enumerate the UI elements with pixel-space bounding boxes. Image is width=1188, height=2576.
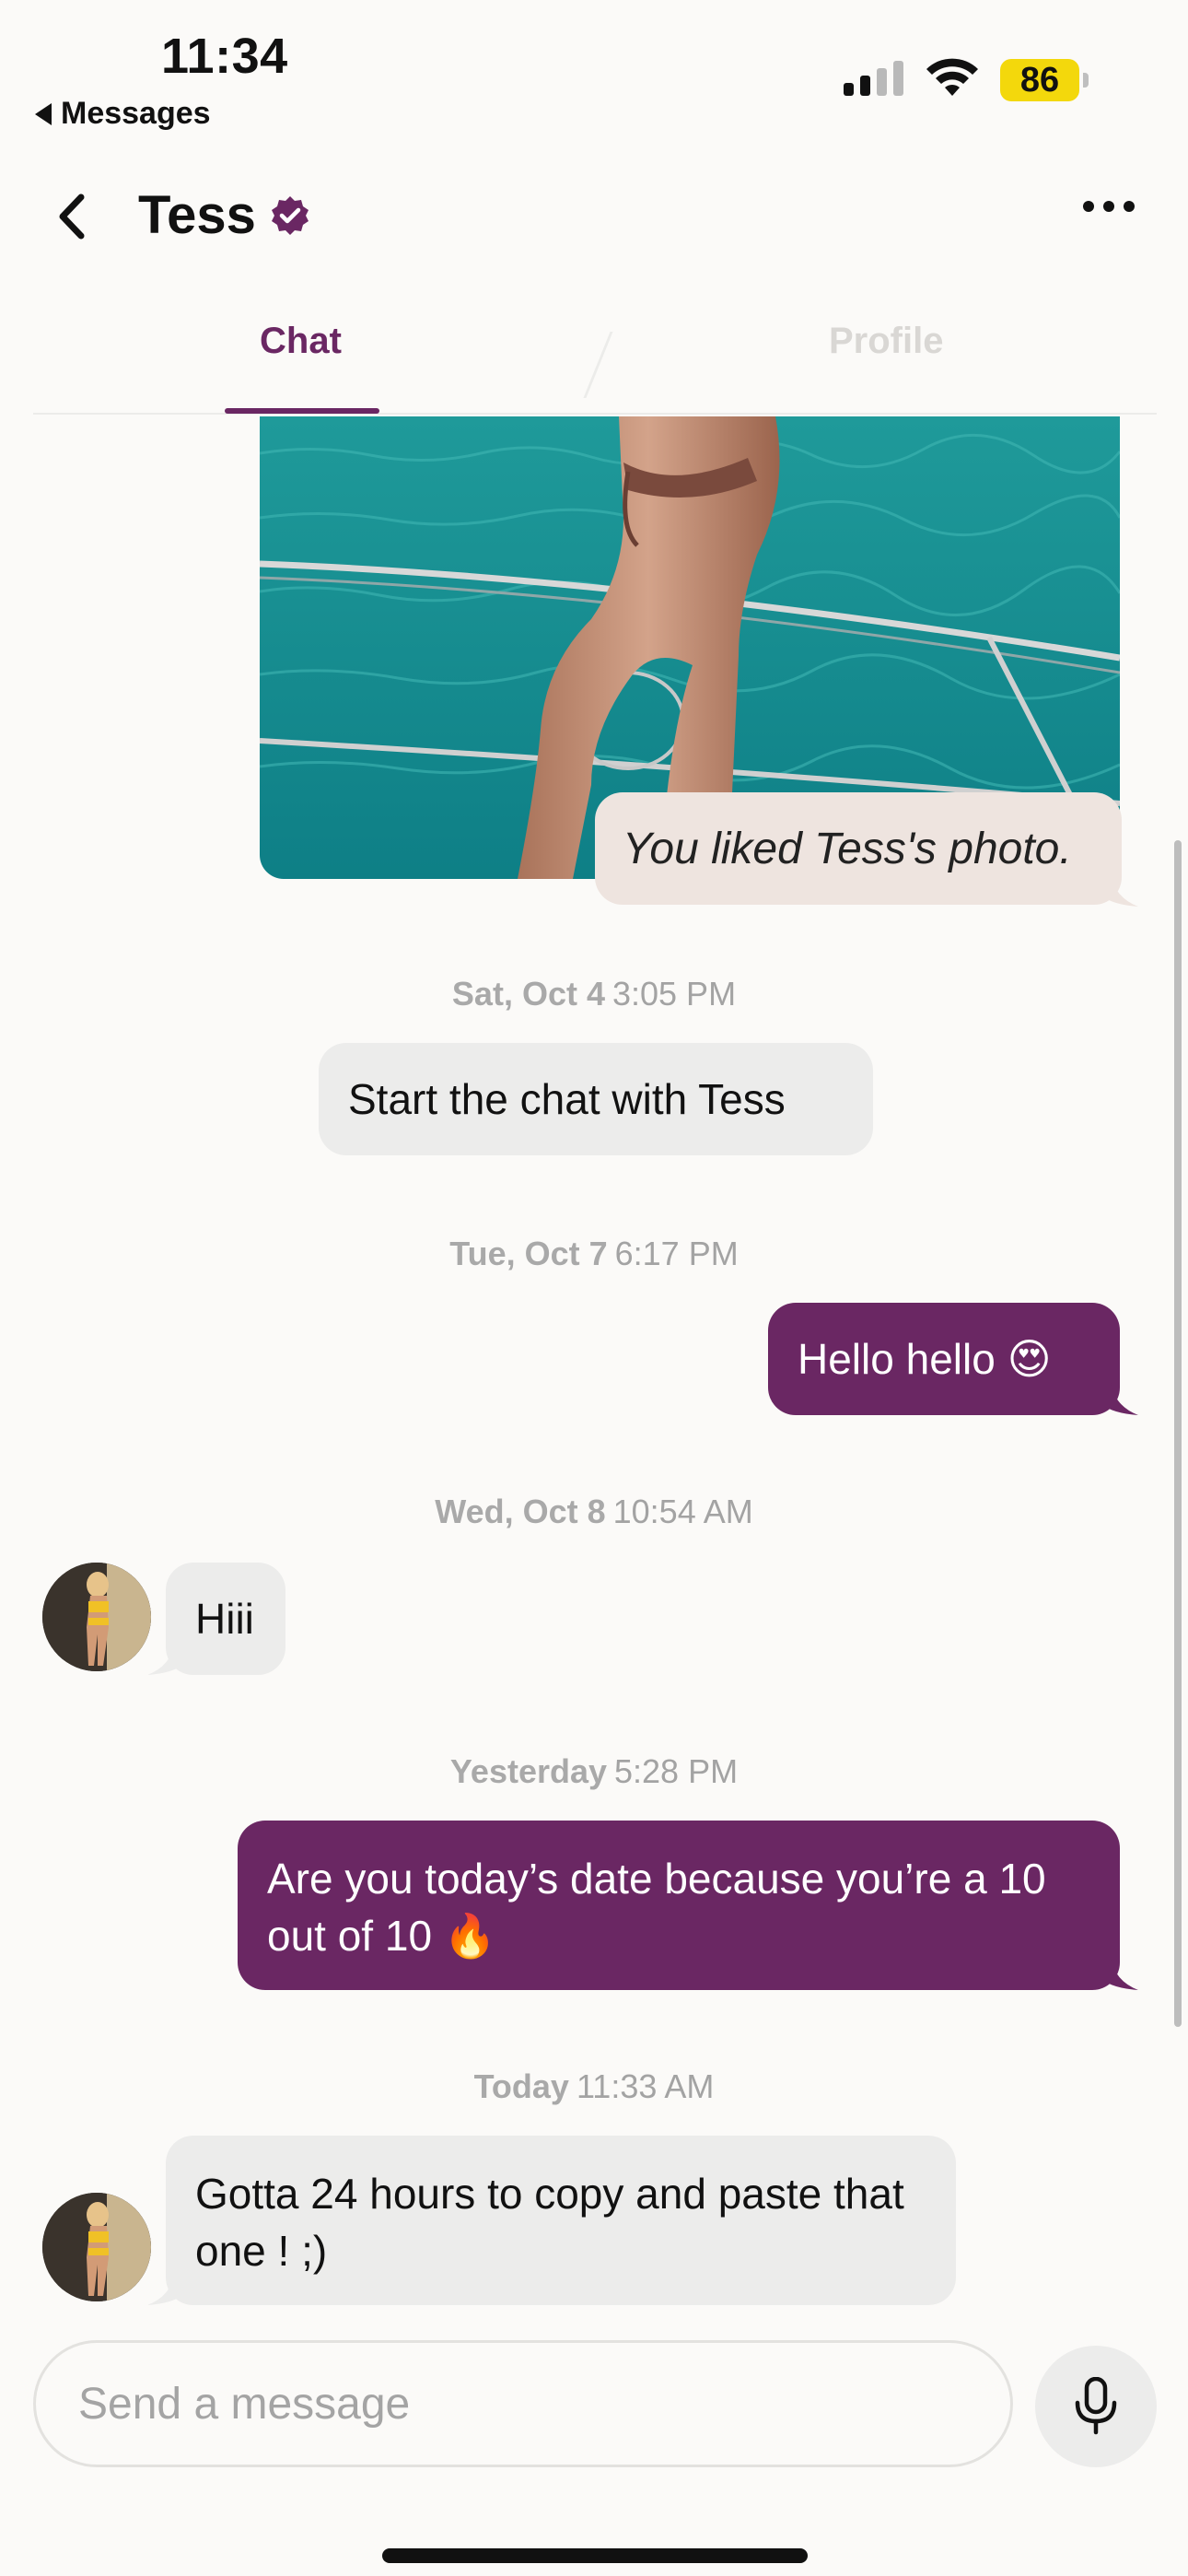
bubble-tail bbox=[147, 1642, 184, 1675]
chevron-left-icon[interactable] bbox=[52, 193, 92, 240]
avatar[interactable] bbox=[42, 2193, 151, 2301]
outgoing-message-bubble[interactable]: Are you today’s date because you’re a 10… bbox=[238, 1821, 1120, 1990]
tab-divider bbox=[583, 332, 613, 398]
tab-profile[interactable]: Profile bbox=[829, 321, 943, 362]
date-divider: Today 11:33 AM bbox=[473, 2067, 715, 2105]
date-divider: Yesterday 5:28 PM bbox=[449, 1752, 739, 1790]
message-composer[interactable] bbox=[33, 2340, 1013, 2467]
tab-chat[interactable]: Chat bbox=[260, 321, 342, 362]
bubble-tail bbox=[1101, 1957, 1138, 1990]
message-text: Are you today’s date because you’re a 10… bbox=[267, 1855, 1046, 1960]
tab-bar: Chat Profile bbox=[33, 295, 1157, 415]
active-tab-indicator bbox=[225, 408, 379, 414]
bubble-tail bbox=[147, 2272, 184, 2305]
message-text: Gotta 24 hours to copy and paste that on… bbox=[195, 2170, 904, 2275]
message-text: Start the chat with Tess bbox=[348, 1075, 786, 1123]
home-indicator[interactable] bbox=[382, 2548, 808, 2563]
system-message-bubble: Start the chat with Tess bbox=[319, 1043, 873, 1155]
contact-name: Tess bbox=[138, 185, 256, 245]
message-input[interactable] bbox=[78, 2378, 1010, 2430]
scrollbar[interactable] bbox=[1174, 840, 1182, 2027]
date-divider: Wed, Oct 8 10:54 AM bbox=[435, 1493, 753, 1530]
message-text: Hello hello 😍 bbox=[798, 1335, 1052, 1383]
back-app-label: Messages bbox=[61, 96, 211, 131]
liked-photo-caption: You liked Tess's photo. bbox=[595, 792, 1122, 905]
battery-icon: 86 bbox=[1000, 59, 1089, 101]
date-divider: Tue, Oct 7 6:17 PM bbox=[449, 1235, 739, 1272]
bubble-tail bbox=[1101, 873, 1138, 907]
microphone-icon bbox=[1075, 2377, 1117, 2435]
conversation-title[interactable]: Tess bbox=[138, 184, 311, 246]
outgoing-message-bubble[interactable]: Hello hello 😍 bbox=[768, 1303, 1120, 1415]
back-triangle-icon bbox=[35, 102, 52, 125]
back-to-app-link[interactable]: Messages bbox=[35, 96, 211, 132]
cellular-signal-icon bbox=[844, 57, 903, 96]
message-text: Hiii bbox=[195, 1595, 254, 1643]
more-icon[interactable] bbox=[1083, 201, 1135, 212]
date-divider: Sat, Oct 4 3:05 PM bbox=[451, 975, 737, 1013]
bubble-tail bbox=[1101, 1382, 1138, 1415]
status-time: 11:34 bbox=[161, 29, 288, 84]
incoming-message-bubble[interactable]: Gotta 24 hours to copy and paste that on… bbox=[166, 2136, 956, 2305]
battery-level: 86 bbox=[1019, 60, 1060, 100]
wifi-icon bbox=[926, 58, 978, 96]
verified-badge-icon bbox=[271, 195, 309, 235]
avatar[interactable] bbox=[42, 1563, 151, 1671]
microphone-button[interactable] bbox=[1035, 2346, 1157, 2467]
